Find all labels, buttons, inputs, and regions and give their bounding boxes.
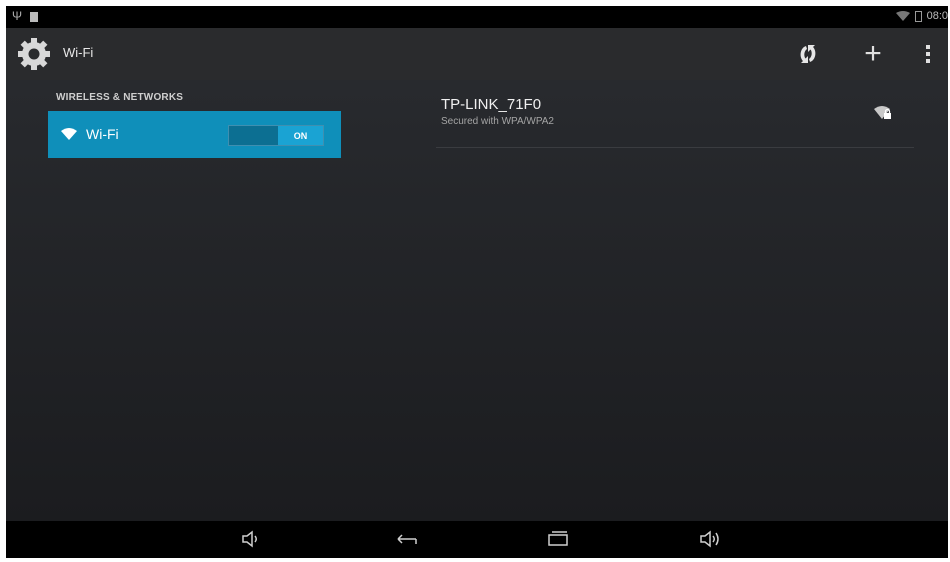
overflow-menu-icon — [926, 45, 930, 63]
list-divider — [436, 147, 914, 148]
wps-icon — [800, 45, 816, 63]
wps-button[interactable] — [792, 38, 824, 70]
wifi-toggle-state: ON — [278, 126, 323, 145]
volume-down-button[interactable] — [237, 527, 267, 551]
sidebar-item-wifi[interactable]: Wi-Fi ON — [48, 111, 341, 158]
volume-up-icon — [700, 530, 719, 548]
volume-up-button[interactable] — [696, 527, 726, 551]
add-network-icon: + — [864, 37, 882, 70]
network-ssid: TP-LINK_71F0 — [441, 96, 542, 113]
wifi-toggle[interactable]: ON — [228, 125, 324, 146]
overflow-menu-button[interactable] — [912, 38, 944, 70]
settings-content: WIRELESS & NETWORKS Wi-Fi ON TP-LINK_71F… — [6, 80, 948, 521]
network-security: Secured with WPA/WPA2 — [441, 116, 554, 127]
wifi-icon — [61, 128, 77, 140]
page-title: Wi-Fi — [63, 45, 94, 60]
navigation-bar — [6, 521, 948, 558]
settings-gear-icon[interactable] — [16, 36, 52, 72]
status-bar: Ψ 08:0 — [6, 6, 948, 28]
recent-apps-button[interactable] — [543, 527, 573, 551]
section-header: WIRELESS & NETWORKS — [56, 92, 184, 103]
network-item[interactable]: TP-LINK_71F0 Secured with WPA/WPA2 — [436, 96, 914, 148]
wifi-signal-icon — [895, 11, 910, 21]
back-button[interactable] — [392, 527, 422, 551]
battery-icon — [914, 10, 922, 22]
back-icon — [397, 534, 417, 544]
clock: 08:0 — [926, 10, 948, 22]
usb-icon: Ψ — [12, 9, 23, 23]
volume-down-icon — [242, 530, 257, 548]
add-network-button[interactable]: + — [857, 37, 889, 70]
notification-icon — [30, 12, 38, 22]
wifi-locked-icon — [874, 106, 891, 119]
action-bar: Wi-Fi + — [6, 28, 948, 80]
screen: Ψ 08:0 Wi-Fi + WIRELESS & NETWORKS Wi-Fi… — [6, 6, 948, 558]
recent-apps-icon — [548, 531, 568, 546]
sidebar-item-label: Wi-Fi — [86, 126, 119, 142]
